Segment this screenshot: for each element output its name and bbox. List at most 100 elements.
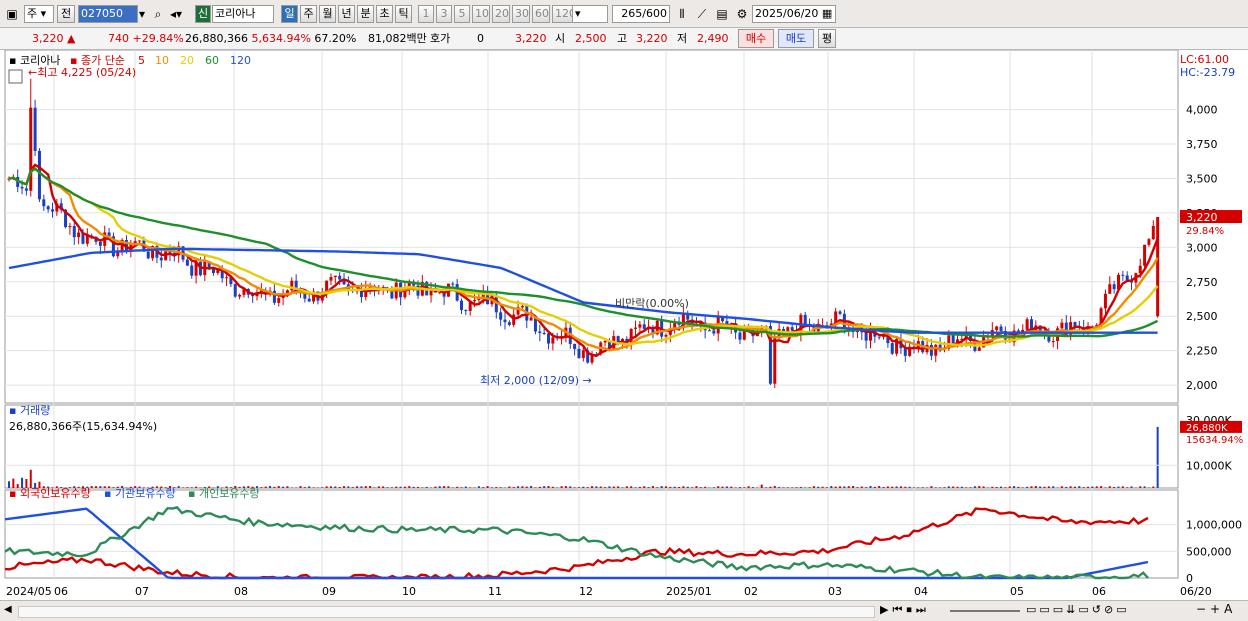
volume-bar [817,486,820,488]
volume-bar [930,486,933,488]
volume-bar [960,486,963,488]
volume-bar [1143,486,1146,488]
volume-bar [1130,486,1133,488]
period-tab-4[interactable]: 분 [357,5,374,23]
search-icon[interactable]: ⌕ [150,5,166,23]
candle-body [664,334,668,337]
view-tools[interactable]: ▭▭▭⇊▭↺⊘▭ [1026,603,1130,616]
volume-bar [525,486,528,488]
period-tab-5[interactable]: 초 [376,5,393,23]
hoga-label: 호가 [430,32,451,45]
count-field[interactable]: 265/600 [612,5,670,23]
candle-body [542,332,546,334]
volume-bar [873,486,876,488]
volume-bar [595,486,598,488]
lc-label: LC:61.00 [1180,53,1229,66]
window-icon[interactable]: ▣ [4,5,20,23]
volume-bar [747,486,750,488]
price-tick-label: 2,250 [1186,345,1218,358]
trend-tool-icon[interactable]: ⟋ [694,5,710,23]
candle-body [1108,284,1112,294]
candle-body [333,275,337,278]
candle-body [573,343,577,349]
dropdown-icon[interactable]: ▾ [134,5,150,23]
volume-bar [847,486,850,488]
low-label: 저 [677,32,688,45]
volume-bar [473,487,476,488]
volume-bar [560,486,563,488]
volume-bar [656,487,659,488]
volume-bar [530,486,533,488]
stock-name-field: 코리아나 [212,5,274,23]
zoom-slider[interactable] [950,610,1020,612]
volume-bar [399,486,402,488]
candle-type-icon[interactable]: ⫴ [674,5,690,23]
volume-bar [438,486,441,488]
gear-icon[interactable]: ⚙ [734,5,750,23]
volume-bar [99,486,102,488]
volume-bar [804,487,807,488]
interval-button-10[interactable]: 10 [472,5,490,23]
sell-button[interactable]: 매도 [778,29,814,48]
period-tab-2[interactable]: 월 [319,5,336,23]
period-type-select[interactable]: 주 ▾ [24,5,54,23]
candle-body [551,337,555,344]
volume-bar [577,487,580,488]
volume-bar [682,486,685,488]
period-tab-0[interactable]: 일 [281,5,298,23]
x-axis-label: 12 [579,585,593,598]
playback-controls[interactable]: ▶⏮⏹⏭ [880,603,930,617]
credit-badge: 신 [195,5,211,23]
stock-code-input[interactable]: 027050 [78,5,138,23]
candle-body [499,312,503,320]
candle-body [307,298,311,302]
volume-bar [717,486,720,488]
interval-button-120[interactable]: 120 [552,5,574,23]
x-axis-label: 10 [402,585,416,598]
date-field[interactable]: 2025/06/20 ▦ [752,5,836,23]
volume-bar [416,486,419,488]
candle-body [951,335,955,345]
period-tab-1[interactable]: 주 [300,5,317,23]
volume-bar [290,487,293,488]
volume-bar [1069,486,1072,488]
x-axis-label: 09 [322,585,336,598]
interval-button-5[interactable]: 5 [454,5,470,23]
interval-button-30[interactable]: 30 [512,5,530,23]
volume-bar [460,487,463,488]
ma-legend-5: 5 [138,54,145,67]
price-tick-label: 4,000 [1186,104,1218,117]
volume-bar [969,487,972,488]
volume-bar [912,487,915,488]
interval-dropdown[interactable]: ▾ [572,5,608,23]
volume-bar [647,487,650,488]
speaker-icon[interactable]: ◂▾ [168,5,184,23]
volume-bar [839,486,842,488]
scroll-left-icon[interactable]: ◀ [4,604,12,615]
buy-button[interactable]: 매수 [738,29,774,48]
extra-button[interactable]: 평 [818,29,836,48]
period-tab-3[interactable]: 년 [338,5,355,23]
volume-bar [538,486,541,488]
volume-bar [464,486,467,488]
interval-button-3[interactable]: 3 [436,5,452,23]
volume-bar [952,486,955,488]
volume-bar [269,485,272,488]
volume-bar [177,486,180,488]
volume-bar [1087,486,1090,488]
interval-button-1[interactable]: 1 [418,5,434,23]
interval-button-20[interactable]: 20 [492,5,510,23]
candle-body [738,332,742,340]
horizontal-scrollbar[interactable] [18,606,875,618]
save-icon[interactable]: ▤ [714,5,730,23]
volume-bar [386,487,389,488]
period-tab-6[interactable]: 틱 [395,5,412,23]
volume-bar [982,486,985,488]
zoom-controls[interactable]: −+A [1196,602,1236,616]
low-marker: 최저 2,000 (12/09) → [480,374,592,387]
volume-bar [1065,486,1068,488]
prev-button[interactable]: 전 [57,5,75,23]
candle-body [338,275,342,280]
volume-bar [734,487,737,488]
interval-button-60[interactable]: 60 [532,5,550,23]
